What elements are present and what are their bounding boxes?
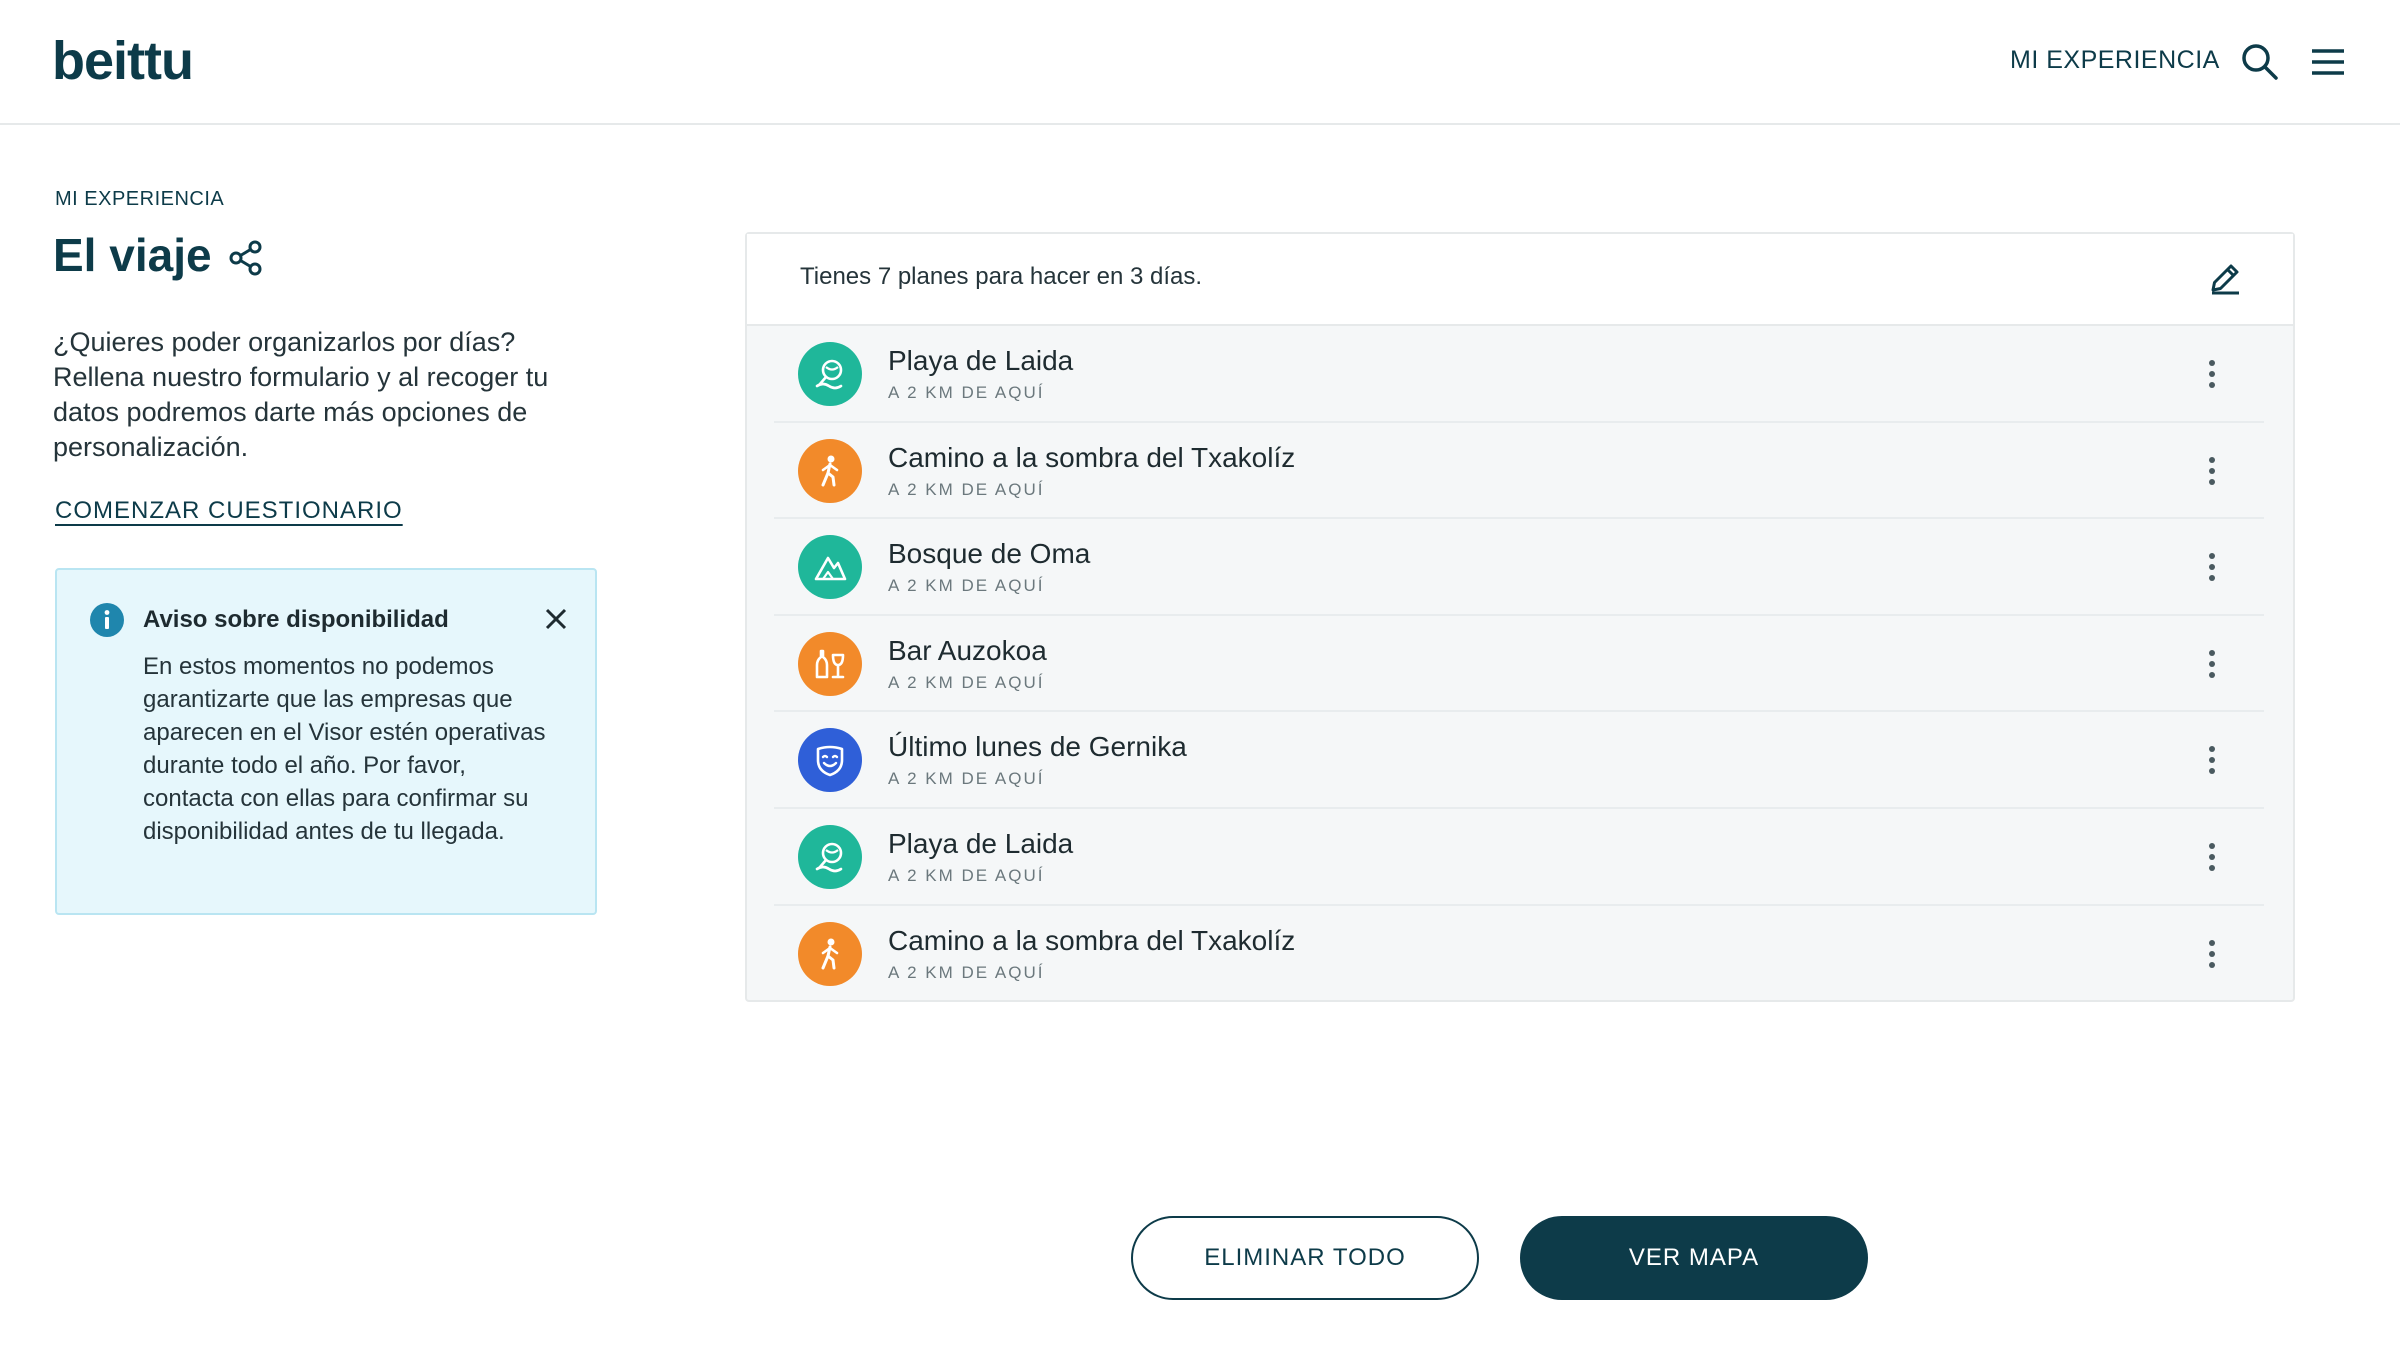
plan-distance: A 2 KM DE AQUÍ	[888, 962, 1045, 982]
list-item[interactable]: Bosque de Oma A 2 KM DE AQUÍ	[774, 519, 2264, 616]
plan-distance: A 2 KM DE AQUÍ	[888, 672, 1045, 692]
logo[interactable]: beittu	[52, 30, 194, 92]
more-vertical-icon[interactable]	[2194, 839, 2230, 875]
plans-card-header: Tienes 7 planes para hacer en 3 días.	[747, 234, 2293, 326]
start-questionnaire-link[interactable]: COMENZAR CUESTIONARIO	[55, 497, 403, 525]
page-title: El viaje	[53, 229, 212, 281]
more-vertical-icon[interactable]	[2194, 646, 2230, 682]
site-header: beittu MI EXPERIENCIA	[0, 0, 2400, 125]
breadcrumb[interactable]: MI EXPERIENCIA	[55, 188, 224, 211]
list-item[interactable]: Playa de Laida A 2 KM DE AQUÍ	[774, 809, 2264, 906]
plan-name[interactable]: Playa de Laida	[888, 828, 1073, 860]
plans-card: Tienes 7 planes para hacer en 3 días. Pl…	[745, 232, 2295, 1002]
view-map-button[interactable]: VER MAPA	[1520, 1216, 1868, 1300]
search-icon[interactable]	[2238, 40, 2282, 84]
more-vertical-icon[interactable]	[2194, 742, 2230, 778]
list-item[interactable]: Camino a la sombra del Txakolíz A 2 KM DE…	[774, 423, 2264, 520]
availability-notice: Aviso sobre disponibilidad En estos mome…	[55, 568, 597, 915]
notice-title: Aviso sobre disponibilidad	[143, 606, 449, 633]
menu-icon[interactable]	[2306, 40, 2350, 84]
delete-all-button[interactable]: ELIMINAR TODO	[1131, 1216, 1479, 1300]
more-vertical-icon[interactable]	[2194, 936, 2230, 972]
hiking-icon	[798, 921, 862, 986]
beach-icon	[798, 824, 862, 889]
plan-name[interactable]: Bosque de Oma	[888, 538, 1090, 570]
plan-name[interactable]: Playa de Laida	[888, 345, 1073, 377]
notice-body: En estos momentos no podemos garantizart…	[143, 653, 546, 845]
drinks-icon	[798, 631, 862, 696]
plan-distance: A 2 KM DE AQUÍ	[888, 576, 1045, 596]
share-icon[interactable]	[226, 238, 266, 278]
plan-name[interactable]: Bar Auzokoa	[888, 635, 1047, 667]
hiking-icon	[798, 438, 862, 503]
more-vertical-icon[interactable]	[2194, 549, 2230, 585]
mountain-icon	[798, 535, 862, 600]
mask-icon	[798, 728, 862, 793]
intro-text: ¿Quieres poder organizarlos por días? Re…	[53, 327, 549, 462]
plans-list: Playa de Laida A 2 KM DE AQUÍ Camino a la …	[774, 326, 2264, 1002]
plan-distance: A 2 KM DE AQUÍ	[888, 865, 1045, 885]
plan-distance: A 2 KM DE AQUÍ	[888, 769, 1045, 789]
plan-name[interactable]: Último lunes de Gernika	[888, 731, 1187, 763]
plans-summary: Tienes 7 planes para hacer en 3 días.	[800, 263, 1203, 290]
plan-name[interactable]: Camino a la sombra del Txakolíz	[888, 925, 1295, 957]
edit-icon[interactable]	[2205, 258, 2245, 298]
list-item[interactable]: Playa de Laida A 2 KM DE AQUÍ	[774, 326, 2264, 423]
close-icon[interactable]	[541, 604, 571, 634]
info-icon	[90, 603, 124, 637]
plan-distance: A 2 KM DE AQUÍ	[888, 479, 1045, 499]
list-item[interactable]: Último lunes de Gernika A 2 KM DE AQUÍ	[774, 712, 2264, 809]
plan-name[interactable]: Camino a la sombra del Txakolíz	[888, 442, 1295, 474]
nav-link-mi-experiencia[interactable]: MI EXPERIENCIA	[2010, 46, 2220, 75]
list-item[interactable]: Camino a la sombra del Txakolíz A 2 KM DE…	[774, 906, 2264, 1003]
plan-distance: A 2 KM DE AQUÍ	[888, 383, 1045, 402]
list-item[interactable]: Bar Auzokoa A 2 KM DE AQUÍ	[774, 616, 2264, 713]
more-vertical-icon[interactable]	[2194, 453, 2230, 489]
beach-icon	[798, 342, 862, 406]
more-vertical-icon[interactable]	[2194, 356, 2230, 392]
